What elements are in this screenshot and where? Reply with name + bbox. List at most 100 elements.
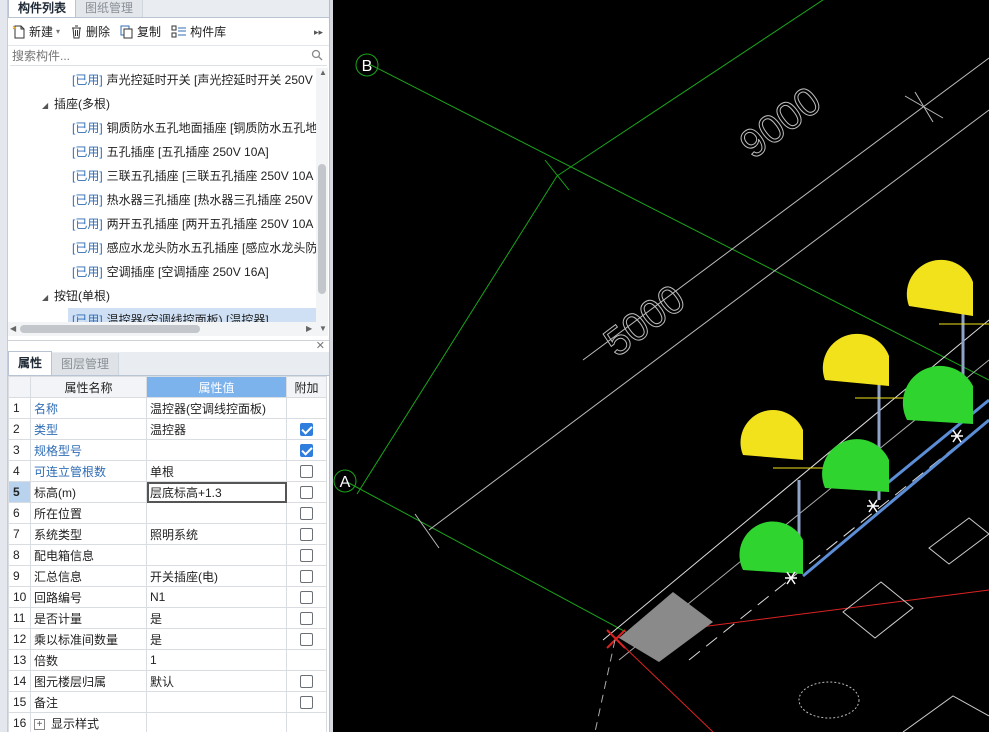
- property-row[interactable]: 9 汇总信息 开关插座(电): [8, 565, 327, 587]
- checkbox[interactable]: [300, 612, 313, 626]
- property-name-label: 名称: [34, 401, 59, 416]
- panel-tabbar: 构件列表 图纸管理: [8, 0, 329, 18]
- property-extra: [286, 418, 327, 440]
- property-row[interactable]: 7 系统类型 照明系统: [8, 523, 327, 545]
- tree-item-label: 空调插座 [空调插座 250V 16A]: [106, 265, 269, 279]
- collapse-arrow-icon[interactable]: ◢: [42, 94, 54, 116]
- property-row[interactable]: 15 备注: [8, 691, 327, 713]
- property-row[interactable]: 14 图元楼层归属 默认: [8, 670, 327, 692]
- checkbox[interactable]: [300, 696, 313, 710]
- copy-button-label: 复制: [137, 25, 162, 39]
- property-value[interactable]: [146, 691, 287, 713]
- checkbox[interactable]: [300, 591, 313, 605]
- property-row[interactable]: 6 所在位置: [8, 502, 327, 524]
- tree-group-label: 插座(多根): [54, 97, 110, 111]
- scroll-right-icon[interactable]: ▶: [306, 324, 312, 333]
- axis-line-b: [368, 63, 989, 381]
- property-row[interactable]: 4 可连立管根数 单根: [8, 460, 327, 482]
- tab-layer-management[interactable]: 图层管理: [52, 353, 120, 375]
- checkbox[interactable]: [300, 486, 313, 500]
- furniture-outline: [928, 517, 989, 565]
- checkbox-checked[interactable]: [300, 423, 313, 437]
- property-row[interactable]: 13 倍数 1: [8, 649, 327, 671]
- tree-vertical-scrollbar[interactable]: ▲ ▼: [316, 68, 328, 336]
- checkbox[interactable]: [300, 570, 313, 584]
- furniture-outline: [842, 581, 914, 639]
- scroll-up-icon[interactable]: ▲: [319, 68, 327, 77]
- property-extra: [286, 712, 327, 732]
- toolbar-overflow-icon[interactable]: ▸▸: [314, 27, 323, 38]
- property-row[interactable]: 1 名称 温控器(空调线控面板): [8, 397, 327, 419]
- library-button[interactable]: 构件库: [171, 23, 226, 40]
- property-value[interactable]: 照明系统: [146, 523, 287, 545]
- copy-button[interactable]: 复制: [120, 23, 161, 40]
- property-value[interactable]: 1: [146, 649, 287, 671]
- tree-item-selected[interactable]: [已用] 温控器(空调线控面板) [温控器]: [68, 308, 318, 322]
- property-row[interactable]: 11 是否计量 是: [8, 607, 327, 629]
- property-value[interactable]: [146, 439, 287, 461]
- new-button[interactable]: 新建 ▾: [12, 23, 60, 40]
- tree-item[interactable]: [已用] 五孔插座 [五孔插座 250V 10A]: [8, 140, 318, 164]
- property-value[interactable]: 默认: [146, 670, 287, 692]
- property-value[interactable]: N1: [146, 586, 287, 608]
- property-value[interactable]: 温控器(空调线控面板): [146, 397, 287, 419]
- used-tag: [已用]: [72, 313, 103, 322]
- tree-item[interactable]: [已用] 两开五孔插座 [两开五孔插座 250V 10A: [8, 212, 318, 236]
- property-row[interactable]: 8 配电箱信息: [8, 544, 327, 566]
- tab-drawing-management[interactable]: 图纸管理: [76, 0, 144, 17]
- tree-item[interactable]: [已用] 三联五孔插座 [三联五孔插座 250V 10A: [8, 164, 318, 188]
- property-row[interactable]: 2 类型 温控器: [8, 418, 327, 440]
- scroll-thumb[interactable]: [318, 164, 326, 294]
- property-value[interactable]: [146, 502, 287, 524]
- tree-item[interactable]: [已用] 铜质防水五孔地面插座 [铜质防水五孔地: [8, 116, 318, 140]
- tick-mark: [914, 91, 934, 123]
- checkbox[interactable]: [300, 528, 313, 542]
- search-box: [10, 46, 327, 66]
- cad-drawing[interactable]: B A 9000 5000: [333, 0, 989, 732]
- scroll-left-icon[interactable]: ◀: [10, 324, 16, 333]
- property-value[interactable]: 单根: [146, 460, 287, 482]
- tree-group[interactable]: ◢ 插座(多根): [8, 92, 318, 116]
- checkbox-checked[interactable]: [300, 444, 313, 458]
- property-value[interactable]: [146, 712, 287, 732]
- expand-icon[interactable]: +: [34, 718, 45, 730]
- checkbox[interactable]: [300, 675, 313, 689]
- search-input[interactable]: [10, 48, 300, 63]
- tree-group[interactable]: ◢ 按钮(单根): [8, 284, 318, 308]
- property-row[interactable]: 5 标高(m) 层底标高+1.3: [8, 481, 327, 503]
- axis-label-b: B: [362, 58, 373, 75]
- checkbox[interactable]: [300, 465, 313, 479]
- drawing-canvas[interactable]: B A 9000 5000: [333, 0, 989, 732]
- property-value[interactable]: [146, 544, 287, 566]
- property-row[interactable]: 12 乘以标准间数量 是: [8, 628, 327, 650]
- checkbox[interactable]: [300, 549, 313, 563]
- property-value[interactable]: 温控器: [146, 418, 287, 440]
- collapse-arrow-icon[interactable]: ◢: [42, 286, 54, 308]
- property-name: 规格型号: [30, 439, 147, 461]
- checkbox[interactable]: [300, 507, 313, 521]
- used-tag: [已用]: [72, 169, 103, 183]
- chevron-down-icon[interactable]: ▾: [56, 27, 60, 36]
- tree-item[interactable]: [已用] 热水器三孔插座 [热水器三孔插座 250V: [8, 188, 318, 212]
- tree-horizontal-scrollbar[interactable]: ◀ ▶: [8, 322, 316, 336]
- property-value[interactable]: 开关插座(电): [146, 565, 287, 587]
- scroll-thumb[interactable]: [20, 325, 200, 333]
- property-value[interactable]: 层底标高+1.3: [146, 481, 287, 503]
- library-icon: [171, 25, 187, 37]
- property-extra: [286, 649, 327, 671]
- search-icon[interactable]: [311, 49, 323, 61]
- checkbox[interactable]: [300, 633, 313, 647]
- property-row[interactable]: 16 + 显示样式: [8, 712, 327, 732]
- property-value[interactable]: 是: [146, 628, 287, 650]
- delete-button[interactable]: 删除: [70, 23, 110, 40]
- close-icon[interactable]: ✕: [316, 339, 325, 352]
- tree-item[interactable]: [已用] 空调插座 [空调插座 250V 16A]: [8, 260, 318, 284]
- property-row[interactable]: 3 规格型号: [8, 439, 327, 461]
- scroll-down-icon[interactable]: ▼: [319, 324, 327, 333]
- tree-item[interactable]: [已用] 感应水龙头防水五孔插座 [感应水龙头防: [8, 236, 318, 260]
- tree-item[interactable]: [已用] 声光控延时开关 [声光控延时开关 250V: [8, 68, 318, 92]
- property-value[interactable]: 是: [146, 607, 287, 629]
- tab-properties[interactable]: 属性: [8, 351, 53, 375]
- tab-component-list[interactable]: 构件列表: [8, 0, 77, 17]
- property-row[interactable]: 10 回路编号 N1: [8, 586, 327, 608]
